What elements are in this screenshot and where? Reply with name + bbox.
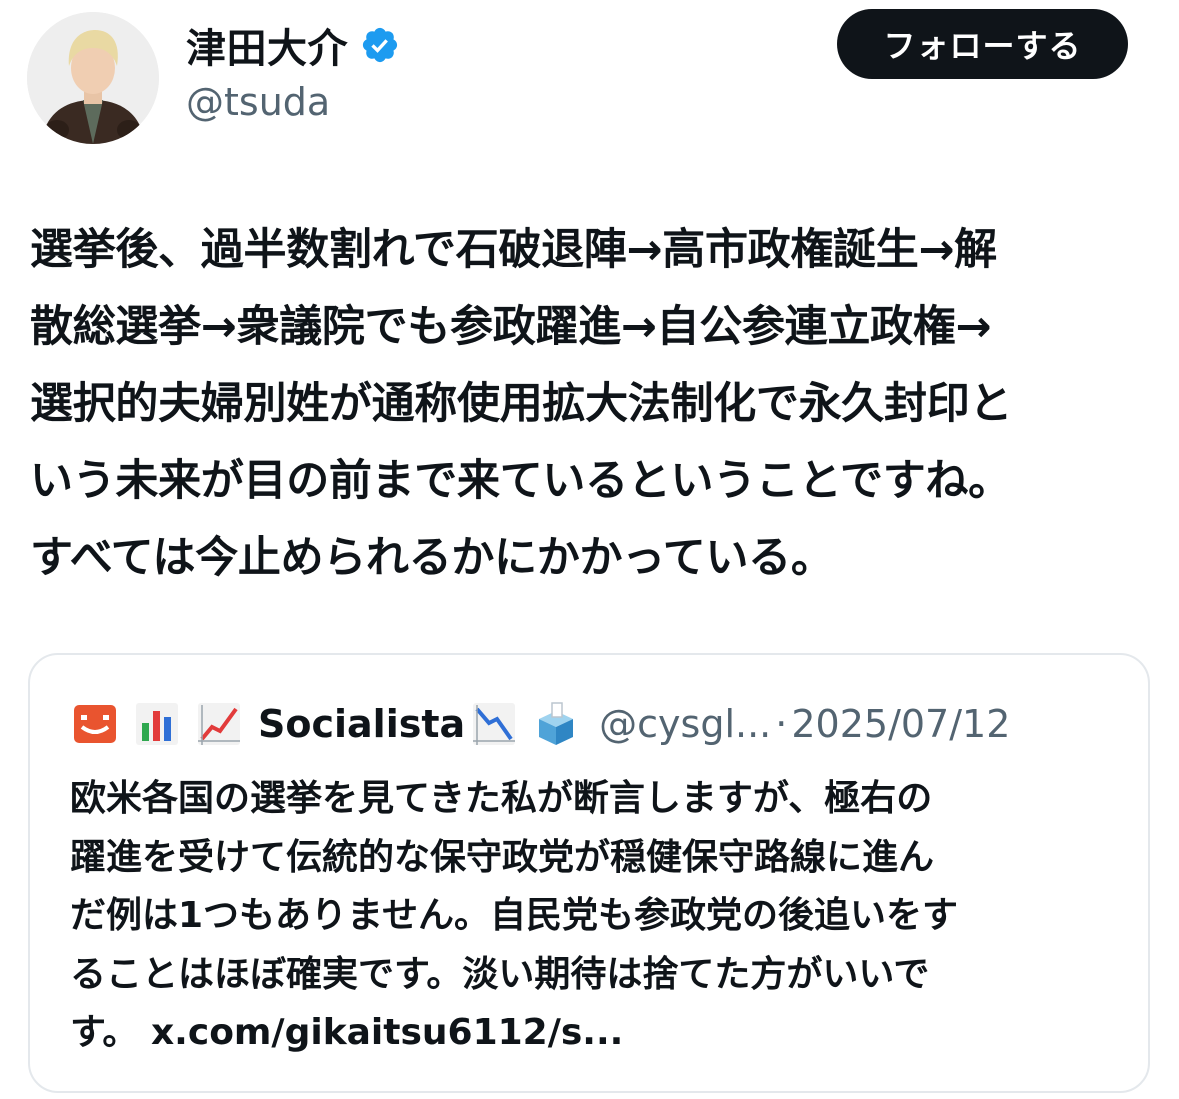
- quoted-tweet-card[interactable]: Socialista @cysgl... · 2025/07/12 欧米各国の選…: [28, 653, 1150, 1093]
- avatar[interactable]: [27, 12, 159, 144]
- tweet-page: 津田大介 @tsuda フォローする 選挙後、過半数割れで石破退陣→高市政権誕生…: [0, 0, 1179, 1099]
- quoted-author-handle[interactable]: @cysgl...: [599, 702, 771, 746]
- verified-badge-icon[interactable]: [360, 25, 400, 65]
- quoted-author-name[interactable]: Socialista: [258, 702, 465, 746]
- author-handle[interactable]: @tsuda: [186, 80, 400, 124]
- quoted-tweet-date[interactable]: 2025/07/12: [791, 702, 1010, 746]
- author-name[interactable]: 津田大介: [186, 16, 348, 74]
- chart-decreasing-icon: [469, 699, 519, 749]
- quoted-tweet-link[interactable]: x.com/gikaitsu6112/s...: [151, 1012, 623, 1053]
- follow-button[interactable]: フォローする: [837, 9, 1128, 79]
- author-info: 津田大介 @tsuda: [186, 14, 400, 124]
- quoted-tweet-header: Socialista @cysgl... · 2025/07/12: [70, 695, 1010, 753]
- name-row: 津田大介: [186, 14, 400, 76]
- chart-increasing-icon: [194, 699, 244, 749]
- separator-dot: ·: [775, 702, 788, 746]
- ballot-box-icon: [531, 699, 581, 749]
- bar-chart-icon: [132, 699, 182, 749]
- avatar-image: [27, 12, 159, 144]
- tweet-text: 選挙後、過半数割れで石破退陣→高市政権誕生→解 散総選挙→衆議院でも参政躍進→自…: [30, 225, 1013, 583]
- smiley-box-icon: [70, 699, 120, 749]
- quoted-tweet-text: 欧米各国の選挙を見てきた私が断言しますが、極右の 躍進を受けて伝統的な保守政党が…: [70, 770, 1120, 1063]
